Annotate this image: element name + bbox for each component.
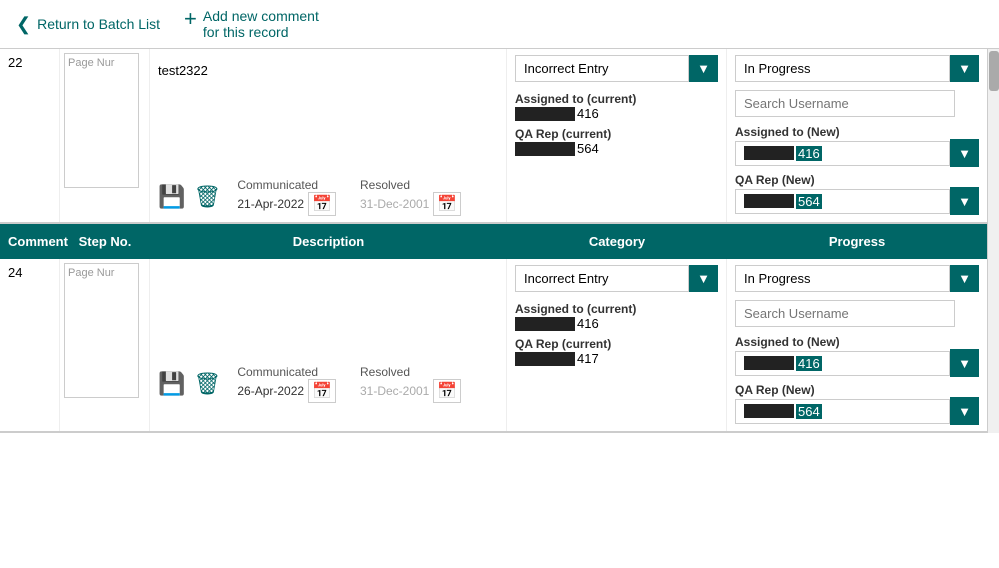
communicated-label-2: Communicated: [237, 365, 336, 379]
record-number-1: 22: [0, 49, 60, 222]
back-button[interactable]: ❮ Return to Batch List: [16, 14, 160, 35]
top-bar: ❮ Return to Batch List + Add new comment…: [0, 0, 999, 49]
resolved-label-1: Resolved: [360, 178, 461, 192]
progress-cell-2: In Progress ▼ Assigned to (New) 416 ▼: [727, 259, 987, 431]
calendar-icon-resolved-1[interactable]: 📅: [433, 192, 461, 216]
header-progress: Progress: [727, 230, 987, 253]
delete-icon-1[interactable]: 🗑: [193, 184, 221, 210]
category-cell-1: Incorrect Entry ▼ Assigned to (current) …: [507, 49, 727, 222]
qa-new-value-2: 564: [735, 399, 950, 424]
description-text-1: test2322: [158, 63, 498, 78]
category-cell-2: Incorrect Entry ▼ Assigned to (current) …: [507, 259, 727, 431]
search-username-1[interactable]: [735, 90, 955, 117]
category-dropdown-btn-1[interactable]: ▼: [689, 55, 718, 82]
category-value-1: Incorrect Entry: [515, 55, 689, 82]
assigned-new-label-2: Assigned to (New): [735, 335, 979, 349]
save-icon-2[interactable]: 💾: [158, 371, 185, 397]
table-header: Comment Step No. Description Category Pr…: [0, 224, 987, 259]
progress-cell-1: In Progress ▼ Assigned to (New) 416 ▼: [727, 49, 987, 222]
redacted-bar-new-assigned-1: [744, 146, 794, 160]
redacted-bar-qa-2: [515, 352, 575, 366]
redacted-bar-new-qa-2: [744, 404, 794, 418]
pagenr-cell-2: Page Nur: [60, 259, 150, 431]
progress-value-1: In Progress: [735, 55, 950, 82]
save-icon-1[interactable]: 💾: [158, 184, 185, 210]
pagenr-cell-1: Page Nur: [60, 49, 150, 222]
assigned-new-num-2: 416: [796, 356, 822, 371]
communicated-date-1: 21-Apr-2022: [237, 197, 304, 211]
header-stepno: Step No.: [60, 230, 150, 253]
calendar-icon-communicated-1[interactable]: 📅: [308, 192, 336, 216]
assigned-new-dropdown-btn-1[interactable]: ▼: [950, 139, 979, 167]
qa-new-num-1: 564: [796, 194, 822, 209]
redacted-bar-assigned-1: [515, 107, 575, 121]
description-cell-1: test2322 💾 🗑 Communicated 21-Apr-2022 📅 …: [150, 49, 507, 222]
resolved-date-2: 31-Dec-2001: [360, 384, 429, 398]
progress-dropdown-btn-1[interactable]: ▼: [950, 55, 979, 82]
add-comment-label: Add new comment for this record: [203, 8, 319, 40]
progress-value-2: In Progress: [735, 265, 950, 292]
assigned-new-value-2: 416: [735, 351, 950, 376]
calendar-icon-resolved-2[interactable]: 📅: [433, 379, 461, 403]
header-category: Category: [507, 230, 727, 253]
assigned-current-label-1: Assigned to (current): [515, 92, 718, 106]
plus-icon: +: [184, 8, 197, 30]
qa-current-label-1: QA Rep (current): [515, 127, 718, 141]
assigned-new-dropdown-btn-2[interactable]: ▼: [950, 349, 979, 377]
redacted-bar-new-qa-1: [744, 194, 794, 208]
assigned-new-label-1: Assigned to (New): [735, 125, 979, 139]
assigned-current-num-2: 416: [577, 316, 599, 331]
progress-dropdown-btn-2[interactable]: ▼: [950, 265, 979, 292]
communicated-date-2: 26-Apr-2022: [237, 384, 304, 398]
redacted-bar-new-assigned-2: [744, 356, 794, 370]
qa-new-value-1: 564: [735, 189, 950, 214]
qa-current-num-2: 417: [577, 351, 599, 366]
search-username-2[interactable]: [735, 300, 955, 327]
header-description: Description: [150, 230, 507, 253]
resolved-date-1: 31-Dec-2001: [360, 197, 429, 211]
description-cell-2: 💾 🗑 Communicated 26-Apr-2022 📅 Resolved …: [150, 259, 507, 431]
category-value-2: Incorrect Entry: [515, 265, 689, 292]
qa-new-dropdown-btn-2[interactable]: ▼: [950, 397, 979, 425]
qa-new-label-1: QA Rep (New): [735, 173, 979, 187]
assigned-new-num-1: 416: [796, 146, 822, 161]
resolved-label-2: Resolved: [360, 365, 461, 379]
main-content: 22 Page Nur test2322 💾 🗑 Communicated 21…: [0, 49, 999, 433]
assigned-current-num-1: 416: [577, 106, 599, 121]
add-comment-button[interactable]: + Add new comment for this record: [184, 8, 319, 40]
redacted-bar-qa-1: [515, 142, 575, 156]
record-number-2: 24: [0, 259, 60, 431]
calendar-icon-communicated-2[interactable]: 📅: [308, 379, 336, 403]
assigned-current-label-2: Assigned to (current): [515, 302, 718, 316]
category-dropdown-btn-2[interactable]: ▼: [689, 265, 718, 292]
header-comment: Comment: [0, 230, 60, 253]
redacted-bar-assigned-2: [515, 317, 575, 331]
back-label: Return to Batch List: [37, 16, 160, 32]
pagenr-label-1: Page Nur: [65, 54, 138, 72]
qa-new-label-2: QA Rep (New): [735, 383, 979, 397]
scrollbar[interactable]: [987, 49, 999, 433]
delete-icon-2[interactable]: 🗑: [193, 371, 221, 397]
back-icon: ❮: [16, 14, 31, 35]
scrollbar-thumb[interactable]: [989, 51, 999, 91]
communicated-label-1: Communicated: [237, 178, 336, 192]
assigned-new-value-1: 416: [735, 141, 950, 166]
qa-current-label-2: QA Rep (current): [515, 337, 718, 351]
record-row-1: 22 Page Nur test2322 💾 🗑 Communicated 21…: [0, 49, 987, 224]
pagenr-label-2: Page Nur: [65, 264, 138, 282]
qa-current-num-1: 564: [577, 141, 599, 156]
record-row-2: 24 Page Nur 💾 🗑 Communicated 26-Apr-2022: [0, 259, 987, 433]
qa-new-num-2: 564: [796, 404, 822, 419]
qa-new-dropdown-btn-1[interactable]: ▼: [950, 187, 979, 215]
